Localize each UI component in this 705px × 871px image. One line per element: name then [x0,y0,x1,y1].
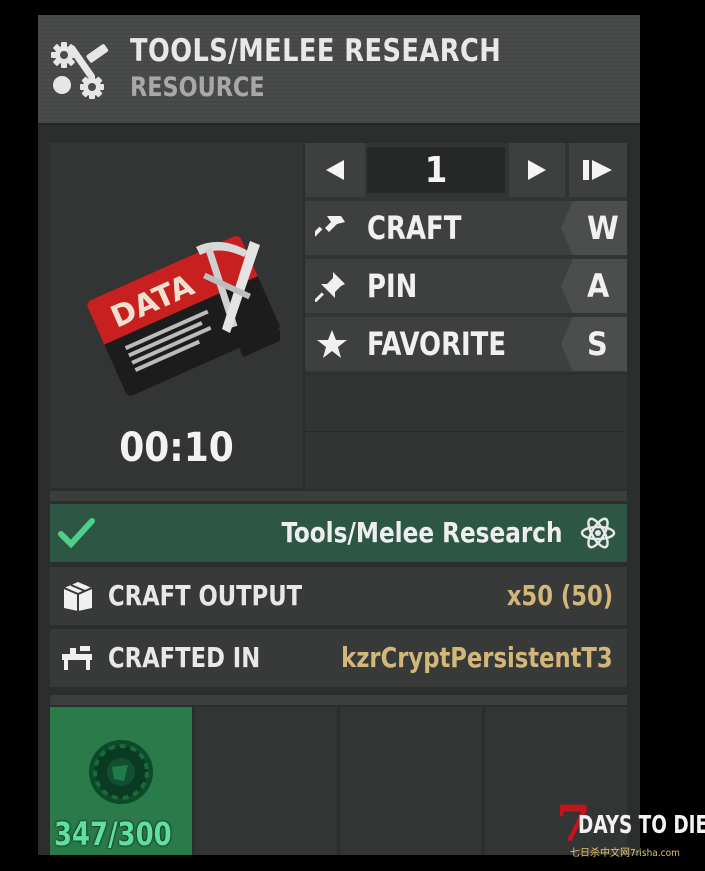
data-card-icon: DATA [87,236,280,396]
favorite-key-label: S [587,325,608,363]
quantity-stepper: 1 [305,143,627,197]
gears-tools-icon [51,42,109,99]
watermark-subtext: 七日杀中文网7risha.com [570,848,680,859]
box-icon [63,582,93,611]
craft-label: CRAFT [367,209,462,247]
workbench-icon [62,646,92,670]
empty-action-slot [305,431,627,489]
craft-output-label: CRAFT OUTPUT [108,579,303,612]
ingredient-slot-empty [340,707,482,855]
pin-label: PIN [367,267,418,305]
empty-action-slot [305,373,627,430]
craft-key-label: W [587,209,619,247]
atom-icon [580,517,616,549]
divider [50,695,627,705]
craft-time: 00:10 [119,425,234,471]
quantity-input[interactable]: 1 [367,147,505,193]
item-preview: DATA 00:10 [50,143,303,488]
panel-header: TOOLS/MELEE RESEARCH RESOURCE [38,15,640,125]
crafted-in-row: CRAFTED IN kzrCryptPersistentT3 [50,629,627,687]
craft-button[interactable]: CRAFT W [305,201,627,255]
craft-output-value: x50 (50) [506,579,613,612]
pin-button[interactable]: PIN A [305,259,627,313]
ingredient-slot-empty [195,707,337,855]
pin-hotkey: A [561,259,627,313]
max-button[interactable] [569,143,627,197]
favorite-hotkey: S [561,317,627,371]
craft-hotkey: W [561,201,627,255]
favorite-button[interactable]: FAVORITE S [305,317,627,371]
craft-output-row: CRAFT OUTPUT x50 (50) [50,567,627,625]
watermark-text: DAYS TO DIE [578,810,705,839]
ingredient-slot[interactable]: 347/300 [50,707,192,855]
crafted-in-value: kzrCryptPersistentT3 [341,641,613,674]
pin-key-label: A [587,267,610,305]
recipe-panel: TOOLS/MELEE RESEARCH RESOURCE DATA 00:10… [38,15,640,855]
crafted-in-label: CRAFTED IN [108,641,261,674]
divider [50,491,627,501]
decrease-button[interactable] [305,143,365,197]
ingredient-slots: 347/300 [50,707,627,855]
action-column: 1 CRAFT W PIN A FAVORITE S [305,143,627,489]
pin-icon [315,272,345,302]
gear-part-icon [89,740,153,804]
arrow-right-icon [528,160,546,180]
page-subtitle: RESOURCE [130,72,265,103]
page-title: TOOLS/MELEE RESEARCH [130,33,502,69]
favorite-label: FAVORITE [367,325,507,363]
watermark-logo: 7 DAYS TO DIE 七日杀中文网7risha.com [556,794,705,860]
ingredient-count: 347/300 [54,815,172,853]
increase-button[interactable] [509,143,565,197]
arrow-max-icon [583,160,612,180]
hammer-icon [315,216,345,244]
arrow-left-icon [326,160,344,180]
star-icon [317,330,347,358]
recipe-row: Tools/Melee Research [50,504,627,562]
recipe-name: Tools/Melee Research [281,516,563,549]
check-icon [58,518,95,549]
